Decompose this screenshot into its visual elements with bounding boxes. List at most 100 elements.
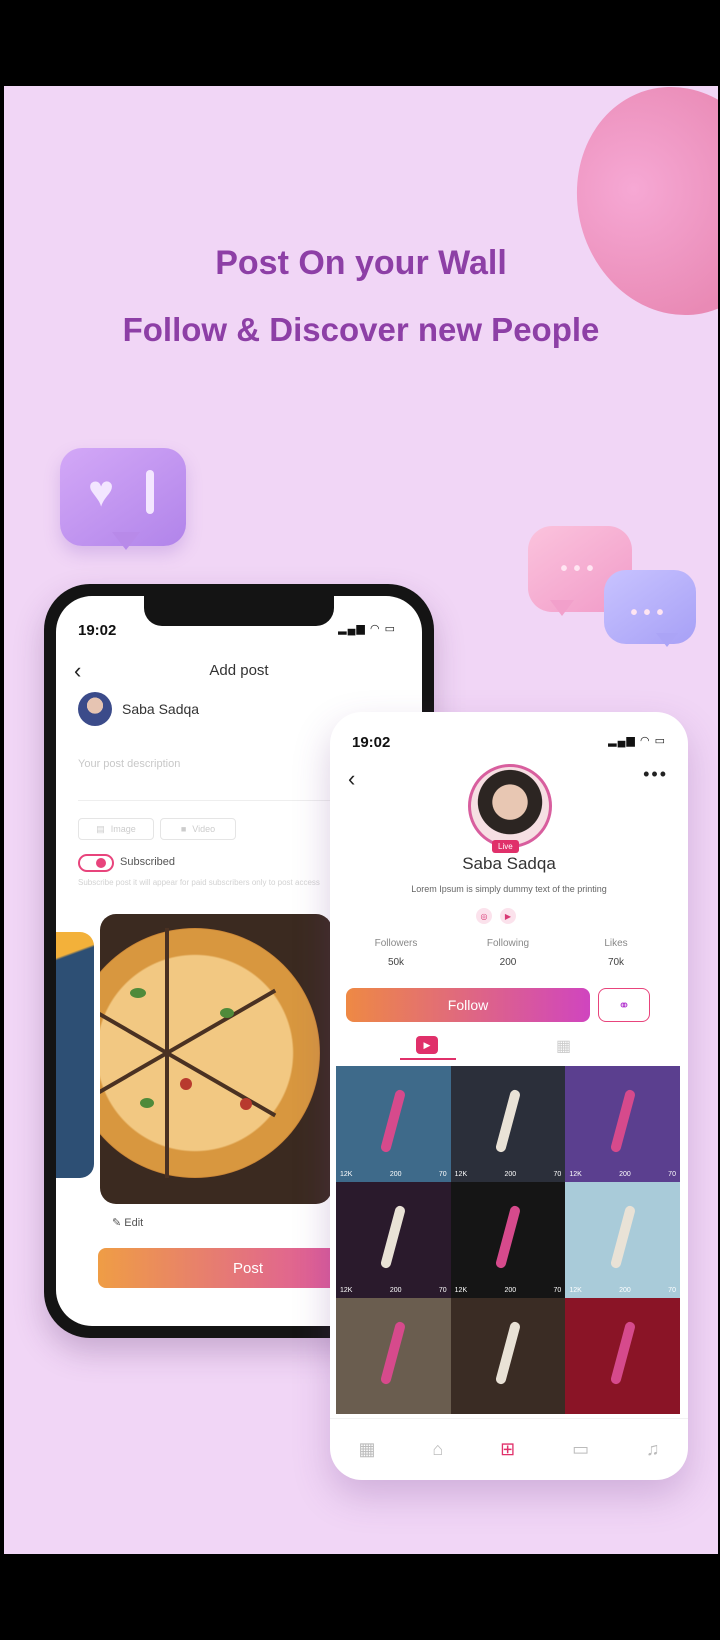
dancer-figure (609, 1088, 636, 1154)
chat-bubble-icon: ••• (604, 570, 696, 647)
message-icon[interactable]: ▭ (572, 1439, 589, 1460)
author-name: Saba Sadqa (122, 701, 200, 717)
video-likes: 70 (668, 1171, 676, 1178)
status-time: 19:02 (78, 622, 117, 639)
tab-videos[interactable]: ▶ (416, 1036, 438, 1054)
follow-button[interactable]: Follow (346, 988, 590, 1022)
stat-followers[interactable]: Followers 50k (356, 938, 436, 968)
topping (180, 1078, 192, 1090)
phone-notch (144, 596, 334, 626)
video-views: 12K (569, 1287, 582, 1294)
instagram-icon[interactable]: ◎ (476, 908, 492, 924)
profile-bio: Lorem Ipsum is simply dummy text of the … (411, 884, 607, 894)
subscribed-toggle[interactable] (78, 854, 114, 872)
decorative-blob (551, 86, 718, 338)
video-thumbnail[interactable]: 12K 200 70 (565, 1182, 680, 1298)
video-stats: 12K 200 70 (340, 1287, 447, 1294)
grid-icon: ▦ (556, 1038, 572, 1055)
video-comments: 200 (504, 1171, 517, 1178)
active-tab-indicator (400, 1058, 456, 1060)
video-thumbnail[interactable]: 12K 200 70 (565, 1066, 680, 1182)
bell-icon[interactable]: ♫ (646, 1439, 660, 1460)
video-icon: ■ (180, 824, 187, 834)
link-icon: ⚭ (618, 996, 630, 1013)
video-thumbnail[interactable] (565, 1298, 680, 1414)
description-input[interactable]: Your post description (78, 758, 180, 770)
profile-name: Saba Sadqa (462, 854, 556, 873)
video-button-label: Video (192, 824, 216, 834)
side-image-card[interactable] (56, 932, 94, 1178)
video-views: 12K (454, 1171, 468, 1178)
edit-label: Edit (124, 1217, 144, 1229)
video-thumbnail[interactable] (336, 1298, 451, 1414)
video-thumbnail[interactable]: 12K 200 70 (450, 1182, 566, 1298)
status-icons: ▂▄▆ ◠ ▭ (608, 735, 666, 747)
home-icon[interactable]: ⌂ (432, 1439, 443, 1460)
live-badge: Live (492, 840, 519, 853)
topping (130, 988, 146, 998)
toggle-hint: Subscribe post it will appear for paid s… (78, 878, 320, 887)
more-icon[interactable]: ••• (643, 764, 668, 785)
image-icon: ▤ (96, 823, 105, 834)
image-button[interactable]: ▤ Image (78, 818, 154, 840)
heart-icon: ♥ (88, 467, 115, 516)
add-post-icon[interactable]: ⊞ (500, 1439, 515, 1460)
link-button[interactable]: ⚭ (598, 988, 650, 1022)
video-thumbnail[interactable]: 12K 200 70 (336, 1182, 451, 1298)
video-comments: 200 (619, 1171, 631, 1178)
video-comments: 200 (389, 1287, 402, 1294)
stat-value: 50k (387, 957, 405, 968)
pizza-image (100, 928, 320, 1178)
video-views: 12K (454, 1287, 468, 1294)
pencil-icon: ✎ (112, 1217, 125, 1229)
video-button[interactable]: ■ Video (160, 818, 236, 840)
video-grid: 12K 200 70 12K 200 70 12K 200 70 12K 200 70 12K 200 70… (336, 1066, 680, 1414)
video-stats: 12K 200 70 (455, 1171, 562, 1178)
video-comments: 200 (389, 1171, 402, 1178)
headline-line-2: Follow & Discover new People (122, 311, 600, 348)
dancer-figure (380, 1320, 407, 1386)
stat-label: Following (486, 938, 530, 949)
profile-phone: 19:02 ▂▄▆ ◠ ▭ ‹ ••• Live Saba Sadqa Lore… (330, 712, 688, 1480)
stat-value: 200 (499, 957, 517, 968)
video-views: 12K (340, 1287, 353, 1294)
post-image-card[interactable] (100, 914, 332, 1204)
image-button-label: Image (110, 824, 136, 834)
video-likes: 70 (438, 1287, 447, 1294)
video-views: 12K (340, 1171, 353, 1178)
profile-avatar[interactable] (468, 764, 552, 848)
stat-likes[interactable]: Likes 70k (576, 938, 656, 968)
youtube-icon[interactable]: ▶ (500, 908, 516, 924)
tab-grid[interactable]: ▦ (556, 1036, 571, 1056)
pizza-cut (100, 988, 277, 1118)
edit-button[interactable]: ✎ Edit (112, 1216, 143, 1229)
video-likes: 70 (668, 1287, 676, 1294)
dancer-figure (494, 1204, 522, 1270)
video-views: 12K (569, 1171, 582, 1178)
toggle-label: Subscribed (120, 856, 176, 868)
stat-following[interactable]: Following 200 (468, 938, 548, 968)
video-stats: 12K 200 70 (455, 1287, 562, 1294)
play-icon: ▶ (423, 1039, 431, 1050)
page-title: Add post (209, 662, 269, 679)
video-thumbnail[interactable] (450, 1298, 566, 1414)
back-icon[interactable]: ‹ (348, 766, 355, 792)
dancer-figure (609, 1204, 636, 1270)
topping (240, 1098, 252, 1110)
count-one-icon (146, 470, 154, 514)
headline-line-1: Post On your Wall (215, 244, 507, 282)
avatar (78, 692, 112, 726)
bottom-nav: ▦ ⌂ ⊞ ▭ ♫ (330, 1418, 688, 1480)
video-likes: 70 (553, 1287, 562, 1294)
grid-nav-icon[interactable]: ▦ (358, 1439, 375, 1460)
topping (140, 1098, 154, 1108)
dancer-figure (380, 1204, 407, 1270)
status-time: 19:02 (352, 734, 391, 751)
video-thumbnail[interactable]: 12K 200 70 (336, 1066, 451, 1182)
dancer-figure (380, 1088, 407, 1154)
post-author: Saba Sadqa (78, 692, 199, 726)
stat-value: 70k (607, 957, 625, 968)
video-comments: 200 (504, 1287, 517, 1294)
video-thumbnail[interactable]: 12K 200 70 (450, 1066, 566, 1182)
stat-label: Likes (604, 938, 628, 949)
